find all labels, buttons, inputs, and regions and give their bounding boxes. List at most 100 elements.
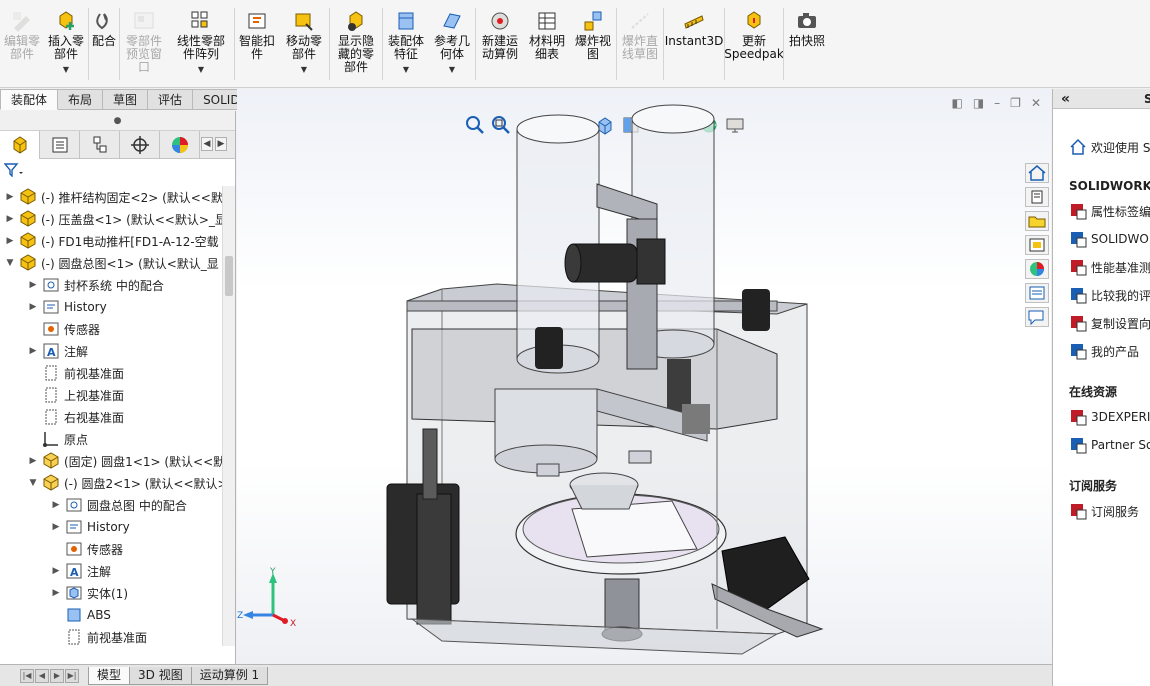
task-pane-link[interactable]: 性能基准测 xyxy=(1069,253,1150,281)
dropdown-caret-icon[interactable]: ▼ xyxy=(301,63,307,76)
tree-node-label: 实体(1) xyxy=(87,586,128,601)
new-motion-study-button[interactable]: 新建运 动算例 xyxy=(476,0,524,88)
command-tab[interactable]: 布局 xyxy=(58,89,104,110)
exploded-view-button[interactable]: 爆炸视 图 xyxy=(570,0,616,88)
mate-button[interactable]: 配合 xyxy=(89,0,119,88)
tree-node[interactable]: ▶ (-) 压盖盘<1> (默认<<默认>_显 xyxy=(0,208,222,230)
expand-arrow-icon[interactable]: ▶ xyxy=(27,456,39,466)
tree-scrollbar[interactable] xyxy=(222,186,235,646)
tree-scroll-thumb[interactable] xyxy=(225,256,233,296)
expand-arrow-icon[interactable]: ▶ xyxy=(50,566,62,576)
tree-node[interactable]: 原点 xyxy=(0,428,222,450)
expand-arrow-icon[interactable]: ▶ xyxy=(50,522,62,532)
tree-node[interactable]: ▼ (-) 圆盘2<1> (默认<<默认> xyxy=(0,472,222,494)
dropdown-caret-icon[interactable]: ▼ xyxy=(63,63,69,76)
insert-component-button[interactable]: 插入零 部件 ▼ xyxy=(44,0,88,88)
dropdown-caret-icon[interactable]: ▼ xyxy=(198,63,204,76)
custom-properties-icon[interactable] xyxy=(1025,283,1049,303)
last-tab-button[interactable]: ▶| xyxy=(65,668,79,683)
command-tab[interactable]: 评估 xyxy=(148,89,194,110)
first-tab-button[interactable]: |◀ xyxy=(20,668,34,683)
component-preview-button[interactable]: 零部件 预览窗 口 xyxy=(120,0,168,88)
appearances-icon[interactable] xyxy=(1025,259,1049,279)
task-pane-link[interactable]: 比较我的评 xyxy=(1069,281,1150,309)
tree-node[interactable]: ▶ History xyxy=(0,296,222,318)
tree-node[interactable]: 传感器 xyxy=(0,318,222,340)
tree-node[interactable]: ▶ (-) 推杆结构固定<2> (默认<<默 xyxy=(0,186,222,208)
tree-node[interactable]: ABS xyxy=(0,604,222,626)
task-pane-link[interactable]: 属性标签编 xyxy=(1069,197,1150,225)
tab-scroll-right-button[interactable]: ▶ xyxy=(215,137,227,151)
dropdown-caret-icon[interactable]: ▼ xyxy=(403,63,409,76)
home-icon[interactable] xyxy=(1025,163,1049,183)
tree-node[interactable]: ▶ (固定) 圆盘1<1> (默认<<默认 xyxy=(0,450,222,472)
tree-node[interactable]: 右视基准面 xyxy=(0,406,222,428)
smart-fastener-button[interactable]: 智能扣 件 xyxy=(235,0,279,88)
expand-arrow-icon[interactable]: ▶ xyxy=(27,302,39,312)
expand-arrow-icon[interactable]: ▶ xyxy=(50,500,62,510)
forum-icon[interactable] xyxy=(1025,307,1049,327)
file-explorer-icon[interactable] xyxy=(1025,211,1049,231)
bom-button[interactable]: 材料明 细表 xyxy=(524,0,570,88)
expand-arrow-icon[interactable]: ▶ xyxy=(4,214,16,224)
linear-pattern-button[interactable]: 线性零部 件阵列 ▼ xyxy=(168,0,234,88)
graphics-area[interactable]: ◧ ◨ – ❐ ✕ Y Z X xyxy=(237,89,1051,664)
explode-line-sketch-button[interactable]: 爆炸直 线草图 xyxy=(617,0,663,88)
edit-component-button[interactable]: 编辑零 部件 xyxy=(0,0,44,88)
tree-node[interactable]: ▶ History xyxy=(0,516,222,538)
tab-scroll-left-button[interactable]: ◀ xyxy=(201,137,213,151)
task-pane-link[interactable]: SOLIDWOR xyxy=(1069,225,1150,253)
task-pane-link[interactable]: 订阅服务 xyxy=(1069,497,1150,525)
tree-node[interactable]: ▶ A 注解 xyxy=(0,340,222,362)
feature-manager-tab[interactable] xyxy=(0,131,40,159)
collapse-arrow-icon[interactable]: ▼ xyxy=(27,478,39,488)
display-manager-tab[interactable] xyxy=(160,131,200,159)
expand-arrow-icon[interactable]: ▶ xyxy=(4,192,16,202)
command-tab[interactable]: 草图 xyxy=(103,89,149,110)
tree-node[interactable]: ▶ 实体(1) xyxy=(0,582,222,604)
dimxpert-manager-tab[interactable] xyxy=(120,131,160,159)
show-hidden-button[interactable]: 显示隐 藏的零 部件 xyxy=(330,0,382,88)
design-library-icon[interactable] xyxy=(1025,187,1049,207)
property-manager-tab[interactable] xyxy=(40,131,80,159)
annotations-icon: A xyxy=(42,342,60,360)
tree-node[interactable]: 前视基准面 xyxy=(0,362,222,384)
tree-node[interactable]: ▼ (-) 圆盘总图<1> (默认<默认_显 xyxy=(0,252,222,274)
task-pane-link[interactable]: Partner Solu xyxy=(1069,431,1150,459)
tree-node[interactable]: ▶ A 注解 xyxy=(0,560,222,582)
next-tab-button[interactable]: ▶ xyxy=(50,668,64,683)
reference-geometry-button[interactable]: 参考几 何体 ▼ xyxy=(429,0,475,88)
speedpak-button[interactable]: 更新 Speedpak xyxy=(724,0,784,88)
assembly-feature-button[interactable]: 装配体 特征 ▼ xyxy=(383,0,429,88)
tree-filter[interactable] xyxy=(0,159,235,183)
task-pane-link[interactable]: 复制设置向 xyxy=(1069,309,1150,337)
assembly-model[interactable] xyxy=(237,89,1051,664)
welcome-link[interactable]: 欢迎使用 S xyxy=(1069,133,1150,161)
tree-node[interactable]: ▶ 封杯系统 中的配合 xyxy=(0,274,222,296)
instant3d-button[interactable]: Instant3D xyxy=(664,0,724,88)
panel-collapse-bar[interactable]: ● xyxy=(0,111,235,131)
expand-arrow-icon[interactable]: ▶ xyxy=(27,280,39,290)
collapse-arrow-icon[interactable]: ▼ xyxy=(4,258,16,268)
tree-node[interactable]: 传感器 xyxy=(0,538,222,560)
expand-arrow-icon[interactable]: ▶ xyxy=(27,346,39,356)
configuration-manager-tab[interactable] xyxy=(80,131,120,159)
tree-node[interactable]: 上视基准面 xyxy=(0,384,222,406)
move-component-button[interactable]: 移动零 部件 ▼ xyxy=(279,0,329,88)
task-pane-link[interactable]: 3DEXPERIEN xyxy=(1069,403,1150,431)
bottom-tab[interactable]: 运动算例 1 xyxy=(190,666,269,685)
snapshot-button[interactable]: 拍快照 xyxy=(784,0,830,88)
command-tab[interactable]: 装配体 xyxy=(0,89,59,110)
bottom-tab[interactable]: 3D 视图 xyxy=(129,666,192,685)
tree-node[interactable]: ▶ (-) FD1电动推杆[FD1-A-12-空载 xyxy=(0,230,222,252)
bottom-tab[interactable]: 模型 xyxy=(88,666,131,685)
tree-node[interactable]: 前视基准面 xyxy=(0,626,222,646)
dropdown-caret-icon[interactable]: ▼ xyxy=(449,63,455,76)
task-pane-link[interactable]: 我的产品 xyxy=(1069,337,1150,365)
collapse-pane-icon[interactable]: « xyxy=(1061,91,1070,107)
tree-node[interactable]: ▶ 圆盘总图 中的配合 xyxy=(0,494,222,516)
prev-tab-button[interactable]: ◀ xyxy=(35,668,49,683)
view-palette-icon[interactable] xyxy=(1025,235,1049,255)
expand-arrow-icon[interactable]: ▶ xyxy=(50,588,62,598)
expand-arrow-icon[interactable]: ▶ xyxy=(4,236,16,246)
